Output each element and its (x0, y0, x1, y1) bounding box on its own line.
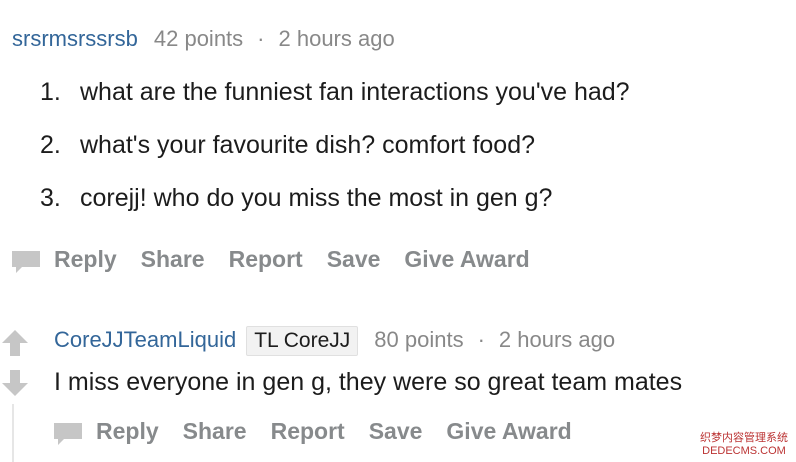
downvote-arrow-icon[interactable] (2, 370, 28, 396)
list-item: 1. what are the funniest fan interactions… (40, 78, 630, 107)
user-flair: TL CoreJJ (246, 326, 359, 356)
reply-button[interactable]: Reply (54, 246, 117, 273)
list-text: what are the funniest fan interactions y… (80, 78, 630, 106)
comment-body: I miss everyone in gen g, they were so g… (54, 368, 683, 396)
timestamp: 2 hours ago (278, 26, 395, 51)
upvote-arrow-icon[interactable] (2, 330, 28, 356)
report-button[interactable]: Report (271, 418, 345, 445)
list-number: 2. (40, 131, 61, 159)
save-button[interactable]: Save (369, 418, 423, 445)
separator-dot: · (257, 26, 265, 51)
list-text: corejj! who do you miss the most in gen … (80, 184, 553, 212)
list-text: what's your favourite dish? comfort food… (80, 131, 536, 159)
share-button[interactable]: Share (183, 418, 247, 445)
list-number: 3. (40, 184, 61, 212)
list-number: 1. (40, 78, 61, 106)
comment-bubble-icon (54, 422, 82, 445)
separator-dot: · (477, 327, 485, 352)
save-button[interactable]: Save (327, 246, 381, 273)
username-link[interactable]: srsrmsrssrsb (12, 26, 138, 52)
comment-bubble-icon (12, 250, 40, 273)
list-item: 2. what's your favourite dish? comfort fo… (40, 131, 535, 160)
list-item: 3. corejj! who do you miss the most in ge… (40, 184, 552, 213)
watermark: 织梦内容管理系统 DEDECMS.COM (700, 432, 788, 458)
watermark-line1: 织梦内容管理系统 (700, 432, 788, 444)
watermark-line2: DEDECMS.COM (702, 445, 786, 457)
timestamp: 2 hours ago (498, 327, 616, 352)
username-link[interactable]: CoreJJTeamLiquid (54, 327, 236, 353)
comment-actions: Reply Share Report Save Give Award (54, 418, 596, 445)
comment-header: srsrmsrssrsb 42 points · 2 hours ago (12, 26, 395, 52)
report-button[interactable]: Report (229, 246, 303, 273)
comment-actions: Reply Share Report Save Give Award (12, 246, 554, 273)
give-award-button[interactable]: Give Award (446, 418, 571, 445)
share-button[interactable]: Share (141, 246, 205, 273)
reply-button[interactable]: Reply (96, 418, 159, 445)
points-label: 42 points (153, 26, 244, 51)
points-label: 80 points (374, 327, 464, 352)
thread-line[interactable] (12, 404, 14, 462)
comment-header: CoreJJTeamLiquid TL CoreJJ 80 points · 2… (54, 326, 615, 356)
give-award-button[interactable]: Give Award (404, 246, 529, 273)
